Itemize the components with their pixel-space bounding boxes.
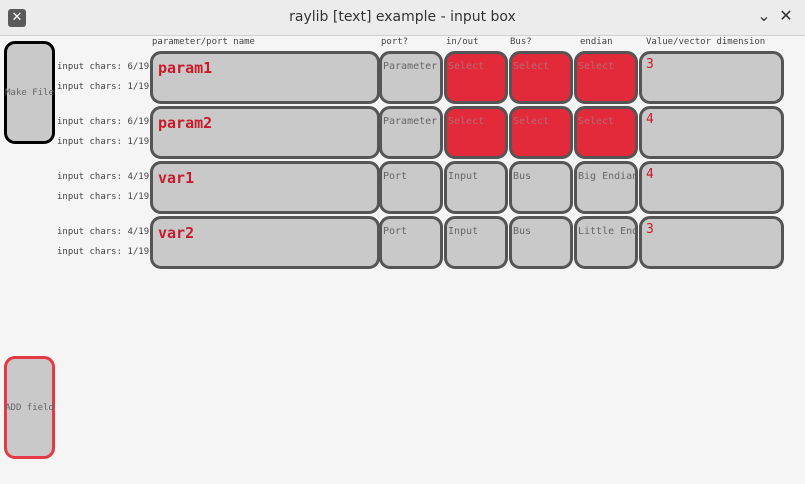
row-1-input-chars-value: input chars: 1/19 — [57, 82, 150, 92]
row-3-bus-select[interactable]: Bus — [509, 161, 573, 214]
row-2-input-chars-name: input chars: 6/19 — [57, 117, 150, 127]
row-1-name-input[interactable]: param1 — [150, 51, 380, 104]
app-canvas: Make File ADD field parameter/port name … — [0, 36, 805, 484]
header-inout: in/out — [446, 37, 479, 47]
make-file-button[interactable]: Make File — [4, 41, 55, 144]
row-2-input-chars-value: input chars: 1/19 — [57, 137, 150, 147]
row-1-input-chars-name: input chars: 6/19 — [57, 62, 150, 72]
row-1-bus-select[interactable]: Select — [509, 51, 573, 104]
row-1-port-select[interactable]: Parameter — [379, 51, 443, 104]
header-bus: Bus? — [510, 37, 532, 47]
row-4-name-input[interactable]: var2 — [150, 216, 380, 269]
row-3-value-input[interactable]: 4 — [639, 161, 784, 214]
row-4-input-chars-name: input chars: 4/19 — [57, 227, 150, 237]
row-4-inout-select[interactable]: Input — [444, 216, 508, 269]
close-icon[interactable]: ✕ — [774, 6, 798, 30]
add-field-button[interactable]: ADD field — [4, 356, 55, 459]
row-4-value-input[interactable]: 3 — [639, 216, 784, 269]
header-port: port? — [381, 37, 409, 47]
row-1-endian-select[interactable]: Select — [574, 51, 638, 104]
row-4-port-select[interactable]: Port — [379, 216, 443, 269]
row-2-inout-select[interactable]: Select — [444, 106, 508, 159]
header-endian: endian — [580, 37, 613, 47]
header-value: Value/vector dimension — [646, 37, 766, 47]
window-title: raylib [text] example - input box — [289, 9, 516, 25]
row-3-input-chars-value: input chars: 1/19 — [57, 192, 150, 202]
row-1-value-input[interactable]: 3 — [639, 51, 784, 104]
row-2-bus-select[interactable]: Select — [509, 106, 573, 159]
row-3-input-chars-name: input chars: 4/19 — [57, 172, 150, 182]
row-2-value-input[interactable]: 4 — [639, 106, 784, 159]
row-1-inout-select[interactable]: Select — [444, 51, 508, 104]
row-3-endian-select[interactable]: Big Endian — [574, 161, 638, 214]
window-titlebar: ✕ raylib [text] example - input box ⌄ ✕ — [0, 0, 805, 36]
minimize-chevron-icon[interactable]: ⌄ — [752, 6, 776, 30]
row-2-endian-select[interactable]: Select — [574, 106, 638, 159]
row-3-name-input[interactable]: var1 — [150, 161, 380, 214]
header-name: parameter/port name — [152, 37, 255, 47]
row-4-endian-select[interactable]: Little Endian — [574, 216, 638, 269]
row-2-name-input[interactable]: param2 — [150, 106, 380, 159]
row-4-bus-select[interactable]: Bus — [509, 216, 573, 269]
row-3-port-select[interactable]: Port — [379, 161, 443, 214]
row-3-inout-select[interactable]: Input — [444, 161, 508, 214]
row-2-port-select[interactable]: Parameter — [379, 106, 443, 159]
row-4-input-chars-value: input chars: 1/19 — [57, 247, 150, 257]
